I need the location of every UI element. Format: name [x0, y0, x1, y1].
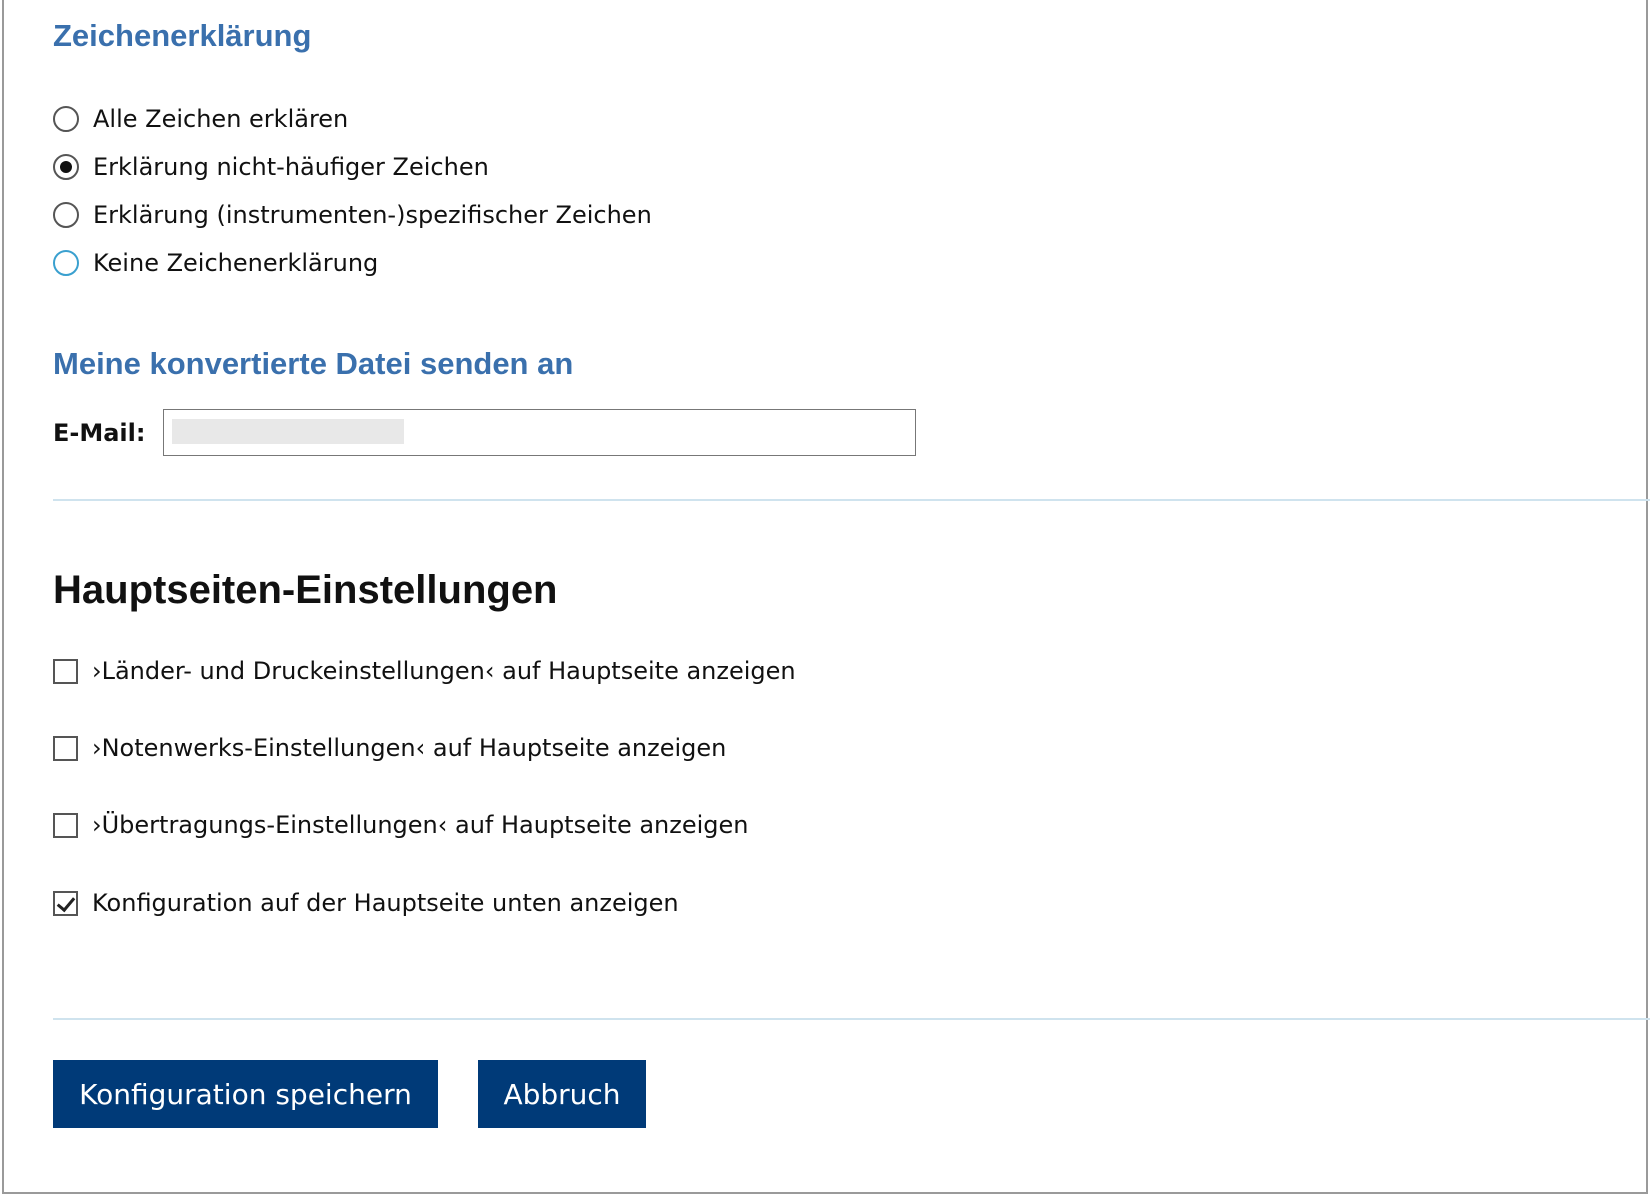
- radio-label: Alle Zeichen erklären: [93, 105, 349, 133]
- radio-button-selected[interactable]: [53, 154, 79, 180]
- checkbox[interactable]: [53, 735, 78, 761]
- legend-section-title: Zeichenerklärung: [53, 18, 312, 53]
- cancel-button[interactable]: Abbruch: [478, 1060, 646, 1128]
- checkbox[interactable]: [53, 812, 78, 838]
- checkbox-label: ›Übertragungs-Einstellungen‹ auf Hauptse…: [92, 811, 749, 839]
- email-label: E-Mail:: [53, 419, 146, 447]
- checkbox[interactable]: [53, 658, 78, 684]
- main-settings-heading: Hauptseiten-Einstellungen: [53, 568, 558, 612]
- checkbox-checked[interactable]: [53, 890, 78, 916]
- radio-option-uncommon-symbols[interactable]: Erklärung nicht-häufiger Zeichen: [53, 152, 489, 182]
- divider: [53, 1018, 1650, 1020]
- radio-button[interactable]: [53, 202, 79, 228]
- checkbox-option-transcription-settings[interactable]: ›Übertragungs-Einstellungen‹ auf Hauptse…: [53, 810, 749, 840]
- checkbox-option-country-print[interactable]: ›Länder- und Druckeinstellungen‹ auf Hau…: [53, 656, 796, 686]
- checkbox-option-score-settings[interactable]: ›Notenwerks-Einstellungen‹ auf Hauptseit…: [53, 733, 726, 763]
- radio-label: Keine Zeichenerklärung: [93, 249, 379, 277]
- email-redacted-value: [172, 419, 404, 444]
- divider: [53, 499, 1650, 501]
- radio-option-specific-symbols[interactable]: Erklärung (instrumenten-)spezifischer Ze…: [53, 200, 652, 230]
- checkbox-option-configuration-bottom[interactable]: Konfiguration auf der Hauptseite unten a…: [53, 888, 679, 918]
- save-configuration-button[interactable]: Konfiguration speichern: [53, 1060, 438, 1128]
- radio-button-focused[interactable]: [53, 250, 79, 276]
- settings-panel: Zeichenerklärung Alle Zeichen erklären E…: [2, 0, 1650, 1194]
- radio-label: Erklärung (instrumenten-)spezifischer Ze…: [93, 201, 652, 229]
- checkbox-label: ›Länder- und Druckeinstellungen‹ auf Hau…: [92, 657, 796, 685]
- checkbox-label: ›Notenwerks-Einstellungen‹ auf Hauptseit…: [92, 734, 727, 762]
- radio-label: Erklärung nicht-häufiger Zeichen: [93, 153, 489, 181]
- send-section-title: Meine konvertierte Datei senden an: [53, 346, 574, 381]
- radio-button[interactable]: [53, 106, 79, 132]
- radio-option-all-symbols[interactable]: Alle Zeichen erklären: [53, 104, 348, 134]
- radio-option-no-legend[interactable]: Keine Zeichenerklärung: [53, 248, 378, 278]
- checkbox-label: Konfiguration auf der Hauptseite unten a…: [92, 889, 679, 917]
